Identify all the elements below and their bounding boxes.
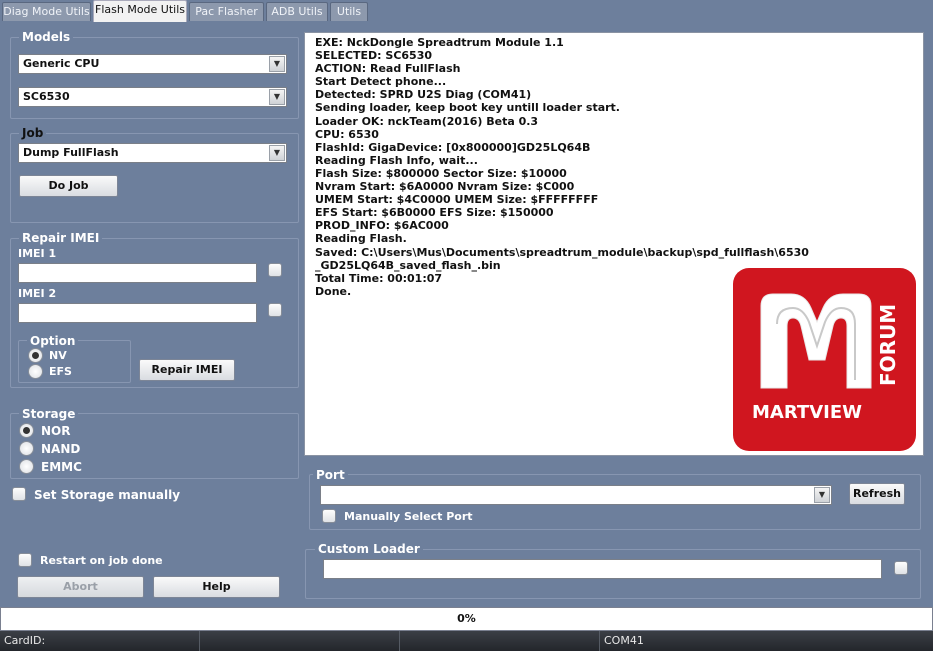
log-line: Loader OK: nckTeam(2016) Beta 0.3 xyxy=(315,114,539,128)
storage-nand-label: NAND xyxy=(41,442,81,456)
repair-imei-label: Repair IMEI xyxy=(19,231,103,245)
option-label: Option xyxy=(27,334,79,348)
port-label: Port xyxy=(313,468,348,482)
chevron-down-icon[interactable]: ▼ xyxy=(269,56,285,72)
imei1-label: IMEI 1 xyxy=(18,247,57,260)
storage-nor-label: NOR xyxy=(41,424,71,438)
tab-diag-mode-utils[interactable]: Diag Mode Utils xyxy=(2,2,91,21)
tab-utils[interactable]: Utils xyxy=(330,2,368,21)
log-line: Detected: SPRD U2S Diag (COM41) xyxy=(315,88,532,102)
vendor-select-value: Generic CPU xyxy=(23,57,100,70)
log-line: Saved: C:\Users\Mus\Documents\spreadtrum… xyxy=(315,245,809,259)
restart-on-job-done-checkbox[interactable] xyxy=(18,553,32,567)
log-line: Flash Size: $800000 Sector Size: $10000 xyxy=(315,166,567,180)
vendor-select[interactable]: Generic CPU ▼ xyxy=(18,54,287,74)
restart-on-job-done-label: Restart on job done xyxy=(40,554,163,567)
storage-emmc-label: EMMC xyxy=(41,460,82,474)
abort-button[interactable]: Abort xyxy=(17,576,144,598)
progress-text: 0% xyxy=(457,612,476,625)
log-line: EXE: NckDongle Spreadtrum Module 1.1 xyxy=(315,36,564,49)
imei2-label: IMEI 2 xyxy=(18,287,57,300)
log-line: UMEM Start: $4C0000 UMEM Size: $FFFFFFFF xyxy=(315,193,599,207)
tab-flash-mode-utils[interactable]: Flash Mode Utils xyxy=(93,0,187,22)
chevron-down-icon[interactable]: ▼ xyxy=(269,89,285,105)
port-select[interactable]: ▼ xyxy=(320,485,832,505)
status-port: COM41 xyxy=(604,634,644,647)
job-select[interactable]: Dump FullFlash ▼ xyxy=(18,143,287,163)
option-efs-label: EFS xyxy=(49,365,72,378)
imei1-checkbox[interactable] xyxy=(268,263,282,277)
manually-select-port-label: Manually Select Port xyxy=(344,510,473,523)
set-storage-manually-checkbox[interactable] xyxy=(12,487,26,501)
martview-logo: MARTVIEW FORUM xyxy=(733,268,916,451)
custom-loader-input[interactable] xyxy=(323,559,882,579)
option-nv-label: NV xyxy=(49,349,67,362)
tab-adb-utils[interactable]: ADB Utils xyxy=(266,2,328,21)
job-label: Job xyxy=(19,126,47,140)
status-bar: CardID: COM41 xyxy=(0,631,933,651)
tab-bar: Diag Mode Utils Flash Mode Utils Pac Fla… xyxy=(0,0,933,22)
imei1-input[interactable] xyxy=(18,263,257,283)
manually-select-port-checkbox[interactable] xyxy=(322,509,336,523)
logo-text: MARTVIEW xyxy=(752,402,862,423)
log-line: ACTION: Read FullFlash xyxy=(315,62,461,76)
option-efs-radio[interactable] xyxy=(28,364,43,379)
log-line: SELECTED: SC6530 xyxy=(315,49,433,63)
tab-pac-flasher[interactable]: Pac Flasher xyxy=(189,2,264,21)
model-select-value: SC6530 xyxy=(23,90,70,103)
refresh-button[interactable]: Refresh xyxy=(849,483,905,505)
log-line: Sending loader, keep boot key untill loa… xyxy=(315,101,620,115)
repair-imei-button[interactable]: Repair IMEI xyxy=(139,359,235,381)
progress-bar: 0% xyxy=(0,607,933,631)
model-select[interactable]: SC6530 ▼ xyxy=(18,87,287,107)
log-line: EFS Start: $6B0000 EFS Size: $150000 xyxy=(315,206,554,220)
custom-loader-label: Custom Loader xyxy=(315,542,423,556)
custom-loader-checkbox[interactable] xyxy=(894,561,908,575)
storage-nand-radio[interactable] xyxy=(19,441,34,456)
log-line: Reading Flash. xyxy=(315,232,407,246)
option-nv-radio[interactable] xyxy=(28,348,43,363)
log-line: Start Detect phone... xyxy=(315,75,447,89)
status-cell-empty xyxy=(200,631,400,651)
log-line: FlashId: GigaDevice: [0x800000]GD25LQ64B xyxy=(315,140,591,154)
chevron-down-icon[interactable]: ▼ xyxy=(269,145,285,161)
do-job-button[interactable]: Do Job xyxy=(19,175,118,197)
logo-side-text: FORUM xyxy=(876,304,900,386)
job-select-value: Dump FullFlash xyxy=(23,146,119,159)
chevron-down-icon[interactable]: ▼ xyxy=(814,487,830,503)
log-line: Nvram Start: $6A0000 Nvram Size: $C000 xyxy=(315,180,575,194)
log-line: Reading Flash Info, wait... xyxy=(315,153,478,167)
imei2-input[interactable] xyxy=(18,303,257,323)
martview-logo-svg: MARTVIEW FORUM xyxy=(733,268,916,451)
status-cell-empty-2 xyxy=(400,631,600,651)
status-cardid: CardID: xyxy=(0,631,200,651)
set-storage-manually-label: Set Storage manually xyxy=(34,488,181,502)
storage-emmc-radio[interactable] xyxy=(19,459,34,474)
storage-label: Storage xyxy=(19,407,79,421)
log-line: PROD_INFO: $6AC000 xyxy=(315,219,449,233)
help-button[interactable]: Help xyxy=(153,576,280,598)
imei2-checkbox[interactable] xyxy=(268,303,282,317)
log-line: CPU: 6530 xyxy=(315,127,379,141)
storage-nor-radio[interactable] xyxy=(19,423,34,438)
models-label: Models xyxy=(19,30,74,44)
